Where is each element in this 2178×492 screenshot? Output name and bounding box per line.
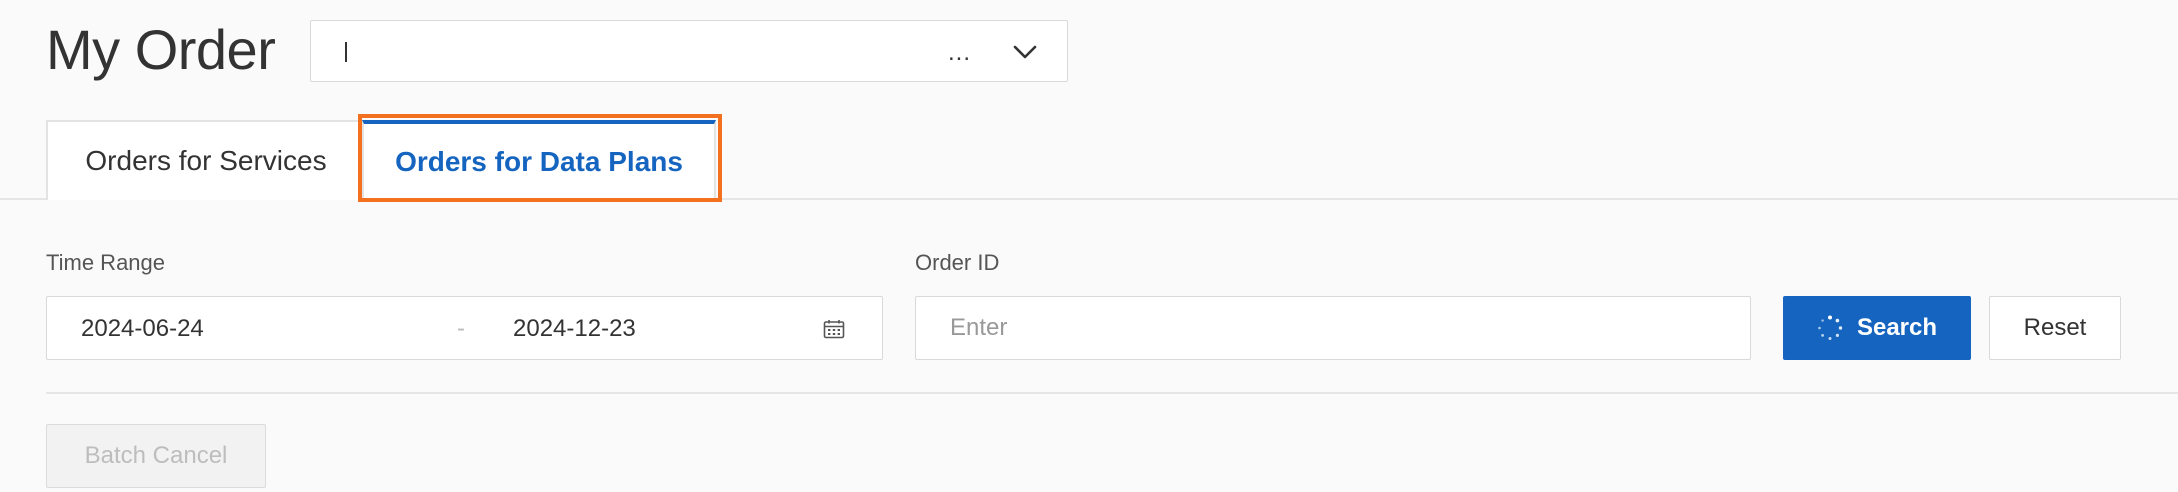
date-separator: - [457,315,465,342]
tab-orders-for-services[interactable]: Orders for Services [46,120,366,200]
my-order-page: My Order ... Orders for Services Orders … [0,0,2178,492]
tab-orders-for-data-plans[interactable]: Orders for Data Plans [362,120,716,200]
end-date[interactable]: 2024-12-23 [513,315,636,343]
filter-divider [46,392,2178,394]
chevron-down-icon[interactable] [1011,40,1039,64]
time-range-picker[interactable]: 2024-06-24 - 2024-12-23 [46,296,883,360]
search-button-label: Search [1856,314,1938,341]
reset-button[interactable]: Reset [1989,296,2121,360]
time-range-label: Time Range [46,250,166,275]
batch-cancel-button[interactable]: Batch Cancel [46,424,266,488]
order-id-input[interactable] [915,296,1751,360]
start-date[interactable]: 2024-06-24 [81,315,204,343]
order-id-label: Order ID [915,250,1000,275]
search-button[interactable]: Search [1783,296,1971,360]
calendar-icon[interactable] [823,319,845,339]
account-selector[interactable]: ... [310,20,1068,82]
loading-spinner-icon [1818,315,1843,340]
text-cursor [345,42,347,62]
selector-value: ... [947,39,971,66]
page-title: My Order [46,18,276,81]
